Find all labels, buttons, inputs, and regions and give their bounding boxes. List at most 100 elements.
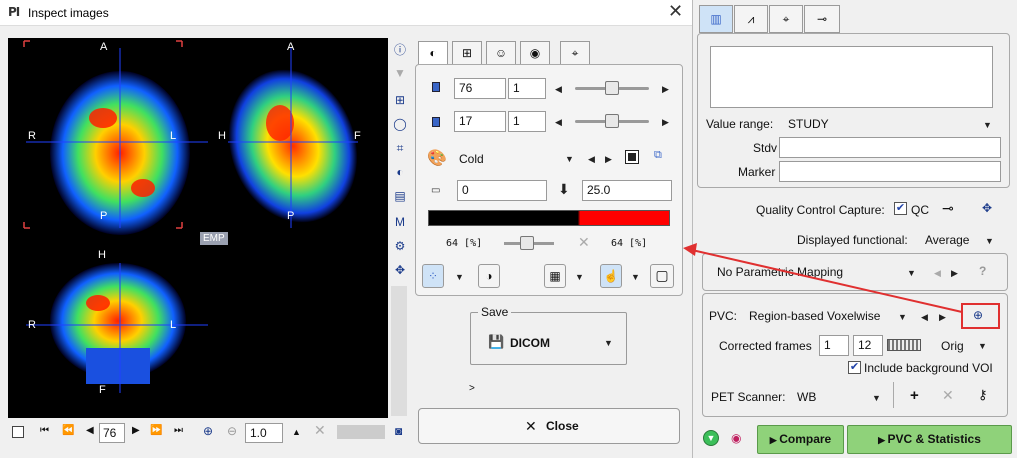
tab-target-right[interactable]: ⌖	[769, 5, 803, 33]
camera-icon[interactable]: ◙	[395, 424, 402, 438]
tab-contrast[interactable]: ◐	[418, 41, 448, 65]
image-viewer[interactable]: A P R L A P H F H F R L EMP	[8, 38, 388, 418]
colormap-dropdown-icon[interactable]: ▼	[565, 154, 574, 164]
first-slice-icon[interactable]: ⏮	[40, 425, 49, 436]
mapping-prev-icon[interactable]: ◀	[934, 268, 941, 279]
frame-slider-thumb[interactable]	[605, 114, 619, 128]
orig-dropdown-icon[interactable]: ▼	[978, 341, 987, 351]
slice-next-icon[interactable]: ▶	[662, 84, 669, 95]
layout-grid-button[interactable]: ▦	[544, 264, 566, 288]
roundrect-button[interactable]: ▢	[650, 264, 674, 288]
value-range-select[interactable]: STUDY	[788, 117, 829, 131]
fusion-button[interactable]: ◑	[478, 264, 500, 288]
mapping-next-icon[interactable]: ▶	[951, 268, 958, 279]
chevron-down-icon[interactable]: ▼	[392, 65, 408, 81]
marker-input[interactable]	[779, 161, 1001, 182]
colormap-select[interactable]: Cold	[459, 152, 484, 166]
tab-signal[interactable]: ◉	[520, 41, 550, 65]
save-format-select[interactable]: DICOM	[510, 336, 550, 350]
frame-prev-icon[interactable]: ◀	[555, 117, 562, 128]
pet-scanner-dropdown-icon[interactable]: ▼	[872, 393, 881, 403]
slice-prev-icon[interactable]: ◀	[555, 84, 562, 95]
frames-from-input[interactable]: 1	[819, 335, 849, 356]
emp-badge[interactable]: EMP	[200, 232, 228, 245]
tab-person[interactable]: ☺	[486, 41, 516, 65]
tab-histogram[interactable]: ▥	[699, 5, 733, 33]
target-icon[interactable]: ◉	[731, 431, 741, 445]
tab-key[interactable]: ⊸	[804, 5, 840, 33]
info-text-area[interactable]	[710, 46, 993, 108]
crosshair-icon[interactable]: ✥	[392, 262, 408, 278]
stdv-input[interactable]	[779, 137, 1001, 158]
frame-value-input[interactable]: 17	[454, 111, 506, 132]
invert-icon[interactable]	[625, 150, 639, 164]
zoom-in-icon[interactable]: ⊕	[203, 424, 213, 438]
expand-toggle[interactable]: >	[469, 383, 475, 394]
pvc-statistics-button[interactable]: ▶ PVC & Statistics	[847, 425, 1012, 454]
layout-icon[interactable]: ⊞	[392, 92, 408, 108]
slice-step-input[interactable]: 1	[508, 78, 546, 99]
tab-target[interactable]: ⌖	[560, 41, 590, 65]
min-value-input[interactable]: 0	[457, 180, 547, 201]
qc-key-icon[interactable]: ⊸	[942, 200, 954, 217]
slice-value-input[interactable]: 76	[454, 78, 506, 99]
frame-step-input[interactable]: 1	[508, 111, 546, 132]
select-checkbox[interactable]	[12, 426, 24, 438]
tab-curve[interactable]: ⩘	[734, 5, 768, 33]
last-slice-icon[interactable]: ⏭	[174, 425, 183, 436]
pointer-button[interactable]: ☝	[600, 264, 622, 288]
pvc-method-dropdown-icon[interactable]: ▼	[898, 312, 907, 322]
print-icon[interactable]: ▤	[392, 188, 408, 204]
remove-scanner-icon[interactable]: ✕	[942, 387, 954, 404]
frames-to-input[interactable]: 12	[853, 335, 883, 356]
displayed-functional-select[interactable]: Average	[925, 233, 969, 247]
colorbar[interactable]	[428, 210, 670, 226]
opacity-reset-icon[interactable]: ✕	[578, 234, 590, 251]
crop-icon[interactable]: ⌗	[392, 140, 408, 156]
pet-scanner-select[interactable]: WB	[797, 390, 816, 404]
mapping-select[interactable]: No Parametric Mapping	[717, 265, 843, 279]
layout-grid-dropdown-icon[interactable]: ▼	[575, 272, 584, 282]
qc-capture-icon[interactable]: ✥	[982, 201, 992, 215]
zoom-up-icon[interactable]: ▲	[292, 427, 301, 437]
compare-button[interactable]: ▶ Compare	[757, 425, 844, 454]
mapping-help-icon[interactable]: ?	[979, 264, 986, 278]
marker-m-icon[interactable]: M	[392, 214, 408, 230]
next-fast-icon[interactable]: ⏩	[150, 425, 162, 436]
zoom-input[interactable]: 1.0	[245, 423, 283, 443]
pvc-prev-icon[interactable]: ◀	[921, 312, 928, 323]
slice-slider-thumb[interactable]	[605, 81, 619, 95]
close-button[interactable]: ✕ Close	[418, 408, 680, 444]
mapping-dropdown-icon[interactable]: ▼	[907, 268, 916, 278]
qc-checkbox[interactable]: ✔	[894, 202, 907, 215]
settings-icon[interactable]: ⚙	[392, 238, 408, 254]
colormap-prev-icon[interactable]: ◀	[588, 154, 595, 165]
frame-next-icon[interactable]: ▶	[662, 117, 669, 128]
grid-mode-button[interactable]: ⁘	[422, 264, 444, 288]
pointer-dropdown-icon[interactable]: ▼	[631, 272, 640, 282]
color-settings-icon[interactable]: ⧉	[654, 149, 662, 162]
circle-roi-icon[interactable]: ◯	[392, 116, 408, 132]
orig-select[interactable]: Orig	[941, 339, 964, 353]
prev-slice-icon[interactable]: ◀	[86, 425, 94, 436]
frames-bar-icon[interactable]	[887, 339, 921, 351]
value-range-dropdown-icon[interactable]: ▼	[983, 120, 992, 130]
prev-fast-icon[interactable]: ⏪	[62, 425, 74, 436]
add-scanner-icon[interactable]: +	[910, 387, 919, 404]
tab-layout[interactable]: ⊞	[452, 41, 482, 65]
info-icon[interactable]: ⓘ	[392, 42, 408, 58]
max-value-input[interactable]: 25.0	[582, 180, 672, 201]
reset-zoom-icon[interactable]: ✕	[314, 422, 326, 439]
opacity-slider-thumb[interactable]	[520, 236, 534, 250]
colormap-next-icon[interactable]: ▶	[605, 154, 612, 165]
viewer-scrollbar[interactable]	[391, 286, 407, 416]
grid-mode-dropdown-icon[interactable]: ▼	[455, 272, 464, 282]
window-close-button[interactable]: ✕	[668, 1, 683, 22]
include-bg-checkbox[interactable]: ✔	[848, 361, 861, 374]
displayed-functional-dropdown-icon[interactable]: ▼	[985, 236, 994, 246]
pvc-method-select[interactable]: Region-based Voxelwise	[749, 309, 880, 323]
save-format-dropdown-icon[interactable]: ▼	[604, 338, 613, 348]
slice-number-input[interactable]: 76	[99, 423, 125, 443]
contrast-icon[interactable]: ◐	[392, 164, 408, 180]
zoom-out-icon[interactable]: ⊖	[227, 424, 237, 438]
